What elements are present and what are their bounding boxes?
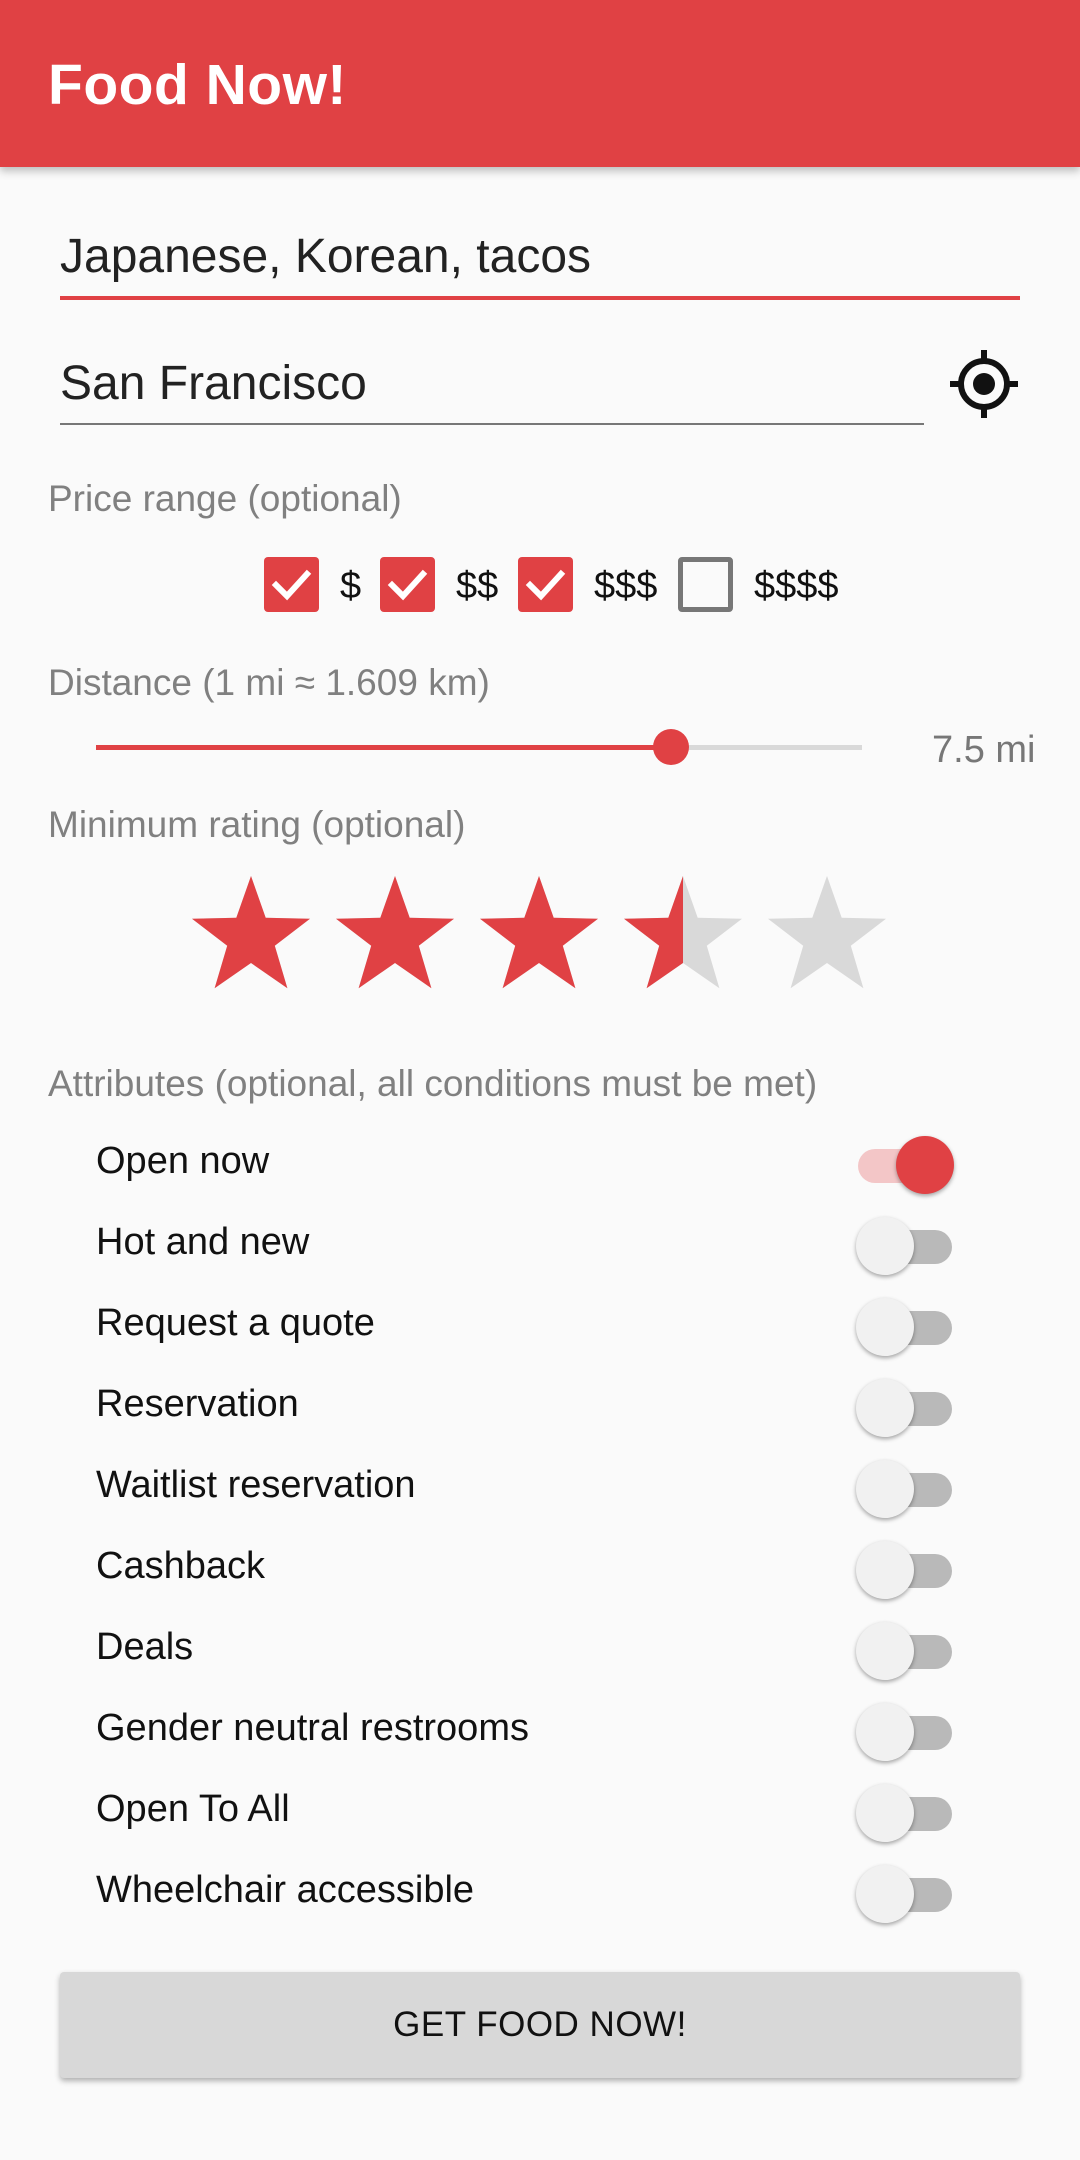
price-label-4: $$$$ (754, 565, 839, 607)
attribute-row: Open now (96, 1122, 996, 1203)
attribute-label: Waitlist reservation (96, 1464, 416, 1506)
food-search-value: Japanese, Korean, tacos (60, 230, 592, 283)
attribute-label: Cashback (96, 1545, 265, 1587)
attribute-row: Cashback (96, 1527, 996, 1608)
price-label-1: $ (340, 565, 362, 607)
attribute-label: Gender neutral restrooms (96, 1707, 529, 1749)
attribute-toggle[interactable] (856, 1622, 956, 1680)
attribute-toggle[interactable] (856, 1865, 956, 1923)
rating-star-icon[interactable] (620, 870, 746, 996)
get-food-now-button[interactable]: GET FOOD NOW! (60, 1972, 1020, 2078)
food-search-input[interactable]: Japanese, Korean, tacos (60, 225, 1020, 300)
app-title: Food Now! (48, 53, 347, 117)
attribute-toggle[interactable] (856, 1703, 956, 1761)
attribute-label: Deals (96, 1626, 194, 1668)
attribute-label: Reservation (96, 1383, 299, 1425)
attribute-toggle[interactable] (856, 1784, 956, 1842)
check-icon (387, 569, 428, 601)
attribute-row: Wheelchair accessible (96, 1851, 996, 1932)
food-input-underline (60, 296, 1020, 300)
toggle-knob (856, 1298, 914, 1356)
rating-star-icon[interactable] (764, 870, 890, 996)
attribute-label: Open now (96, 1140, 270, 1182)
toggle-knob (856, 1703, 914, 1761)
rating-star-icon[interactable] (188, 870, 314, 996)
toggle-knob (896, 1136, 954, 1194)
toggle-knob (856, 1460, 914, 1518)
price-range-label: Price range (optional) (48, 478, 402, 519)
attribute-toggle[interactable] (856, 1541, 956, 1599)
attribute-toggle[interactable] (856, 1217, 956, 1275)
rating-star-icon[interactable] (476, 870, 602, 996)
attribute-row: Hot and new (96, 1203, 996, 1284)
price-checkbox-1[interactable] (264, 557, 319, 612)
attribute-row: Waitlist reservation (96, 1446, 996, 1527)
check-icon (525, 569, 566, 601)
attribute-toggle[interactable] (856, 1379, 956, 1437)
toggle-knob (856, 1379, 914, 1437)
distance-label: Distance (1 mi ≈ 1.609 km) (48, 662, 490, 703)
attribute-label: Wheelchair accessible (96, 1869, 475, 1911)
price-label-3: $$$ (594, 565, 658, 607)
check-icon (271, 569, 312, 601)
rating-star-icon[interactable] (332, 870, 458, 996)
distance-value: 7.5 mi (932, 729, 1036, 771)
toggle-knob (856, 1622, 914, 1680)
attribute-label: Open To All (96, 1788, 290, 1830)
location-input-underline (60, 423, 924, 425)
attribute-label: Hot and new (96, 1221, 310, 1263)
attribute-row: Reservation (96, 1365, 996, 1446)
attribute-row: Gender neutral restrooms (96, 1689, 996, 1770)
attribute-row: Open To All (96, 1770, 996, 1851)
toggle-knob (856, 1865, 914, 1923)
app-bar: Food Now! (0, 0, 1080, 167)
my-location-icon[interactable] (948, 348, 1020, 420)
distance-slider-thumb[interactable] (652, 729, 689, 765)
toggle-knob (856, 1784, 914, 1842)
attribute-label: Request a quote (96, 1302, 375, 1344)
location-value: San Francisco (60, 357, 367, 410)
attribute-toggle[interactable] (856, 1136, 956, 1194)
toggle-knob (856, 1541, 914, 1599)
attribute-toggle[interactable] (856, 1298, 956, 1356)
attribute-toggle[interactable] (856, 1460, 956, 1518)
attribute-row: Request a quote (96, 1284, 996, 1365)
attribute-row: Deals (96, 1608, 996, 1689)
attributes-label: Attributes (optional, all conditions mus… (48, 1063, 818, 1104)
price-checkbox-4[interactable] (678, 557, 733, 612)
location-input[interactable]: San Francisco (60, 352, 924, 425)
price-label-2: $$ (456, 565, 499, 607)
rating-label: Minimum rating (optional) (48, 804, 466, 845)
distance-slider-fill (96, 745, 671, 750)
price-checkbox-2[interactable] (380, 557, 435, 612)
toggle-knob (856, 1217, 914, 1275)
price-checkbox-3[interactable] (518, 557, 573, 612)
